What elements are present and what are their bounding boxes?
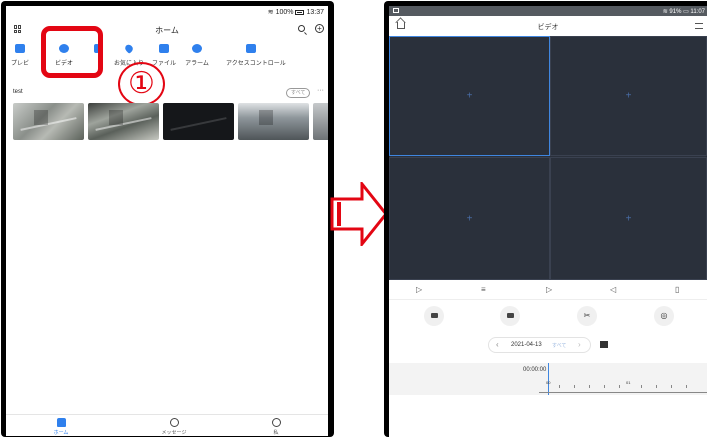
right-tablet: ≋ 91% ▭ 11:07 ビデオ + + + + ▷ ≡ ▷ ◁ ▯ ✂ ◎ … bbox=[384, 1, 707, 437]
stop-all-icon[interactable]: ≡ bbox=[481, 285, 486, 294]
video-cell[interactable]: + bbox=[550, 36, 707, 156]
playback-speed-button[interactable]: ◎ bbox=[654, 306, 674, 326]
menu-label: アラーム bbox=[185, 61, 209, 67]
camera-thumbnail[interactable] bbox=[163, 103, 234, 140]
home-icon bbox=[56, 418, 66, 427]
snapshot-icon bbox=[430, 313, 438, 319]
record-type-filter[interactable]: すべて bbox=[552, 342, 566, 349]
left-screen: ≋ 100% 13:37 ホーム + プレビ ビデオ お気に入り ファイル アラ… bbox=[6, 6, 328, 436]
add-channel-icon[interactable]: + bbox=[467, 91, 473, 102]
menu-access-control[interactable]: アクセスコントロール bbox=[226, 42, 286, 76]
status-bar: ≋ 100% 13:37 bbox=[6, 6, 328, 18]
wifi-icon: ≋ bbox=[267, 9, 274, 16]
right-screen: ≋ 91% ▭ 11:07 ビデオ + + + + ▷ ≡ ▷ ◁ ▯ ✂ ◎ … bbox=[389, 6, 707, 437]
camera-thumbnail[interactable] bbox=[13, 103, 84, 140]
tab-home[interactable]: ホーム bbox=[31, 418, 91, 436]
battery-icon bbox=[295, 9, 305, 15]
timeline-time: 00:00:00 bbox=[523, 367, 547, 373]
video-cell[interactable]: + bbox=[389, 36, 550, 156]
group-name: test bbox=[13, 89, 23, 95]
video-grid: + + + + bbox=[389, 36, 707, 280]
timeline-ticks bbox=[539, 390, 707, 393]
door-icon bbox=[246, 44, 256, 53]
battery-text: 100% bbox=[275, 8, 294, 16]
device-list-icon[interactable] bbox=[695, 23, 703, 29]
tab-me[interactable]: 私 bbox=[246, 418, 306, 436]
more-icon[interactable]: ··· bbox=[317, 87, 324, 94]
playback-controls: ▷ ≡ ▷ ◁ ▯ bbox=[389, 280, 707, 300]
next-day-button[interactable]: › bbox=[578, 340, 581, 349]
speed-icon: ◎ bbox=[660, 311, 668, 320]
menu-alarm[interactable]: アラーム bbox=[177, 42, 217, 76]
tab-label: ホーム bbox=[53, 430, 69, 436]
camera-thumbnail[interactable] bbox=[238, 103, 309, 140]
menu-preview[interactable]: プレビ bbox=[6, 42, 40, 76]
record-icon bbox=[506, 313, 514, 319]
action-buttons: ✂ ◎ bbox=[389, 304, 707, 330]
sound-icon[interactable]: ◁ bbox=[610, 285, 616, 294]
tab-label: 私 bbox=[273, 430, 279, 436]
date-selector: ‹ 2021-04-13 すべて › bbox=[389, 336, 707, 354]
alarm-icon bbox=[192, 44, 202, 53]
scissors-icon: ✂ bbox=[583, 311, 591, 320]
header: ビデオ bbox=[389, 16, 707, 36]
battery-icon: ▭ bbox=[683, 9, 689, 15]
bottom-tab-bar: ホーム メッセージ 私 bbox=[6, 414, 328, 436]
page-title: ビデオ bbox=[537, 24, 559, 31]
message-icon bbox=[169, 418, 179, 427]
add-icon[interactable]: + bbox=[315, 24, 324, 33]
snapshot-button[interactable] bbox=[424, 306, 444, 326]
camera-thumbnail[interactable] bbox=[313, 103, 328, 140]
prev-day-button[interactable]: ‹ bbox=[496, 340, 499, 349]
camera-thumbnail[interactable] bbox=[88, 103, 159, 140]
video-cell[interactable]: + bbox=[389, 157, 550, 280]
left-tablet: ≋ 100% 13:37 ホーム + プレビ ビデオ お気に入り ファイル アラ… bbox=[1, 1, 334, 437]
camera-thumbnails bbox=[13, 103, 328, 141]
date-value: 2021-04-13 bbox=[511, 342, 542, 348]
wifi-icon: ≋ bbox=[662, 9, 668, 15]
menu-label: プレビ bbox=[10, 61, 29, 67]
add-channel-icon[interactable]: + bbox=[467, 213, 473, 224]
notification-icon bbox=[393, 8, 399, 13]
next-frame-icon[interactable]: ▷ bbox=[546, 285, 552, 294]
split-screen-icon[interactable]: ▯ bbox=[675, 285, 679, 294]
play-icon[interactable]: ▷ bbox=[416, 285, 422, 294]
user-icon bbox=[271, 418, 281, 427]
highlight-box bbox=[41, 26, 103, 78]
status-bar: ≋ 91% ▭ 11:07 bbox=[389, 6, 707, 16]
timeline-label: 01 bbox=[626, 380, 631, 385]
timeline-label: 00 bbox=[546, 380, 551, 385]
instruction-screenshot: ≋ 100% 13:37 ホーム + プレビ ビデオ お気に入り ファイル アラ… bbox=[0, 0, 707, 437]
menu-label: アクセスコントロール bbox=[226, 61, 286, 67]
add-channel-icon[interactable]: + bbox=[626, 213, 632, 224]
view-all-button[interactable]: すべて bbox=[286, 88, 311, 98]
arrow-right-icon bbox=[330, 182, 388, 246]
camera-icon bbox=[15, 44, 25, 53]
date-pill: ‹ 2021-04-13 すべて › bbox=[488, 337, 591, 353]
timeline[interactable]: 00:00:00 00 01 bbox=[389, 363, 707, 395]
device-group-header: test すべて ··· bbox=[13, 87, 325, 100]
tab-label: メッセージ bbox=[161, 430, 187, 436]
video-cell[interactable]: + bbox=[550, 157, 707, 280]
heart-icon bbox=[123, 43, 135, 54]
search-icon[interactable] bbox=[298, 25, 305, 32]
battery-text: 91% bbox=[669, 9, 682, 15]
record-button[interactable] bbox=[500, 306, 520, 326]
add-channel-icon[interactable]: + bbox=[626, 91, 632, 102]
clock: 11:07 bbox=[690, 9, 705, 15]
tab-messages[interactable]: メッセージ bbox=[144, 418, 204, 436]
clip-button[interactable]: ✂ bbox=[577, 306, 597, 326]
folder-icon bbox=[159, 44, 169, 53]
calendar-icon[interactable] bbox=[600, 341, 608, 348]
clock: 13:37 bbox=[306, 8, 324, 16]
